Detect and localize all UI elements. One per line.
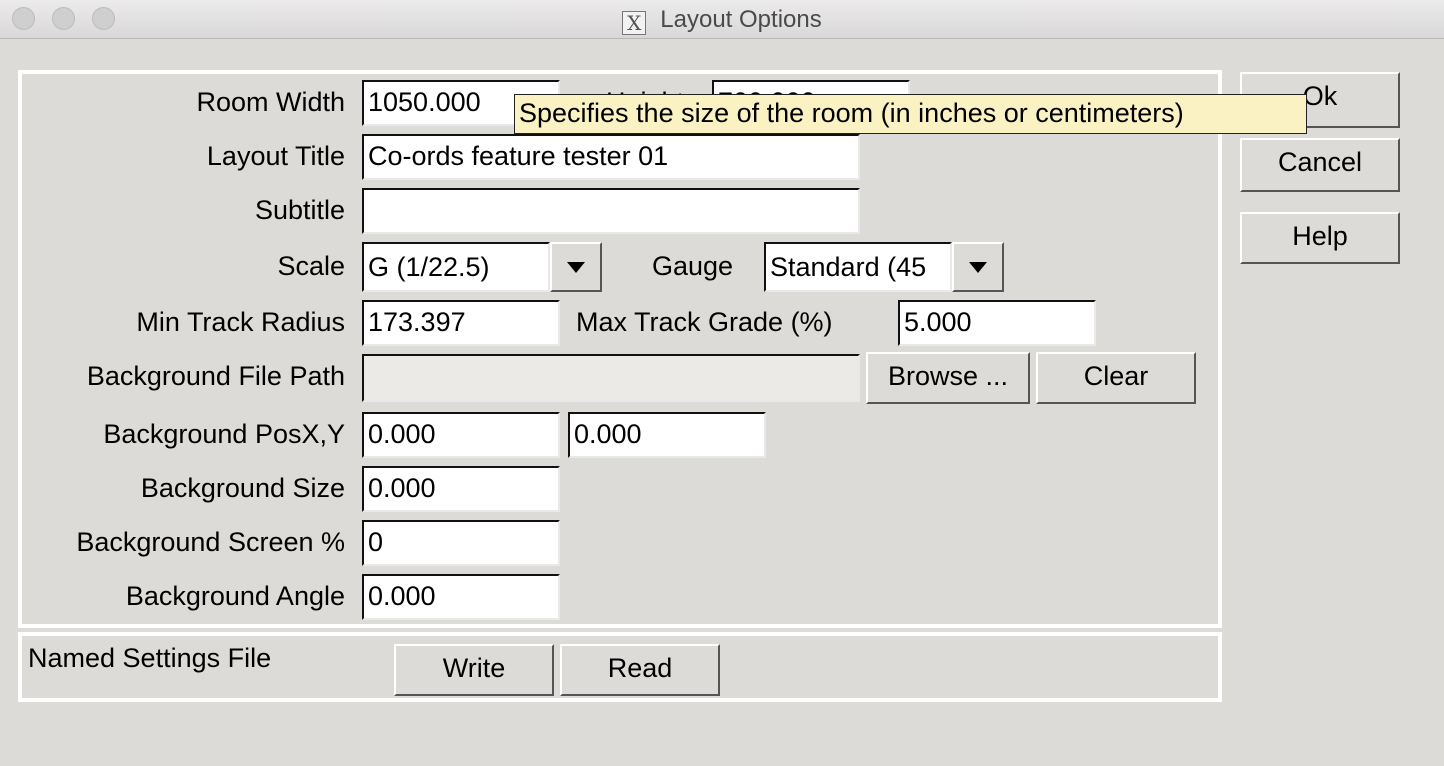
max-track-grade-label: Max Track Grade (%) bbox=[576, 307, 833, 337]
layout-title-label: Layout Title bbox=[206, 141, 345, 171]
x11-app-icon: X bbox=[622, 11, 647, 35]
background-pos-x-input[interactable]: 0.000 bbox=[362, 412, 560, 458]
background-screen-label: Background Screen % bbox=[76, 527, 345, 557]
subtitle-input[interactable] bbox=[362, 188, 860, 234]
background-file-path-input bbox=[362, 354, 860, 402]
clear-button[interactable]: Clear bbox=[1036, 352, 1196, 404]
gauge-label: Gauge bbox=[652, 251, 734, 281]
scale-label: Scale bbox=[277, 251, 345, 281]
room-size-tooltip: Specifies the size of the room (in inche… bbox=[514, 94, 1307, 134]
read-button[interactable]: Read bbox=[560, 644, 720, 696]
write-button[interactable]: Write bbox=[394, 644, 554, 696]
room-width-label: Room Width bbox=[196, 87, 345, 117]
background-screen-input[interactable]: 0 bbox=[362, 520, 560, 566]
window-title-text: Layout Options bbox=[660, 6, 822, 33]
scale-dropdown-button[interactable] bbox=[550, 242, 602, 292]
min-track-radius-label: Min Track Radius bbox=[136, 307, 345, 337]
window-title: X Layout Options bbox=[0, 6, 1444, 35]
help-button[interactable]: Help bbox=[1240, 212, 1400, 264]
subtitle-label: Subtitle bbox=[254, 195, 345, 225]
background-angle-input[interactable]: 0.000 bbox=[362, 574, 560, 620]
chevron-down-icon bbox=[567, 262, 585, 273]
min-track-radius-input[interactable]: 173.397 bbox=[362, 300, 560, 346]
background-angle-label: Background Angle bbox=[125, 581, 345, 611]
browse-button[interactable]: Browse ... bbox=[866, 352, 1030, 404]
scale-select[interactable]: G (1/22.5) bbox=[362, 242, 550, 292]
background-pos-label: Background PosX,Y bbox=[103, 419, 345, 449]
layout-title-input[interactable]: Co-ords feature tester 01 bbox=[362, 134, 860, 180]
chevron-down-icon bbox=[969, 262, 987, 273]
max-track-grade-input[interactable]: 5.000 bbox=[898, 300, 1096, 346]
background-pos-y-input[interactable]: 0.000 bbox=[568, 412, 766, 458]
named-settings-label: Named Settings File bbox=[28, 643, 272, 673]
background-size-label: Background Size bbox=[140, 473, 345, 503]
background-size-input[interactable]: 0.000 bbox=[362, 466, 560, 512]
title-bar: X Layout Options bbox=[0, 0, 1444, 39]
gauge-select[interactable]: Standard (45 bbox=[764, 242, 952, 292]
gauge-dropdown-button[interactable] bbox=[952, 242, 1004, 292]
background-file-path-label: Background File Path bbox=[86, 361, 345, 391]
cancel-button[interactable]: Cancel bbox=[1240, 138, 1400, 192]
